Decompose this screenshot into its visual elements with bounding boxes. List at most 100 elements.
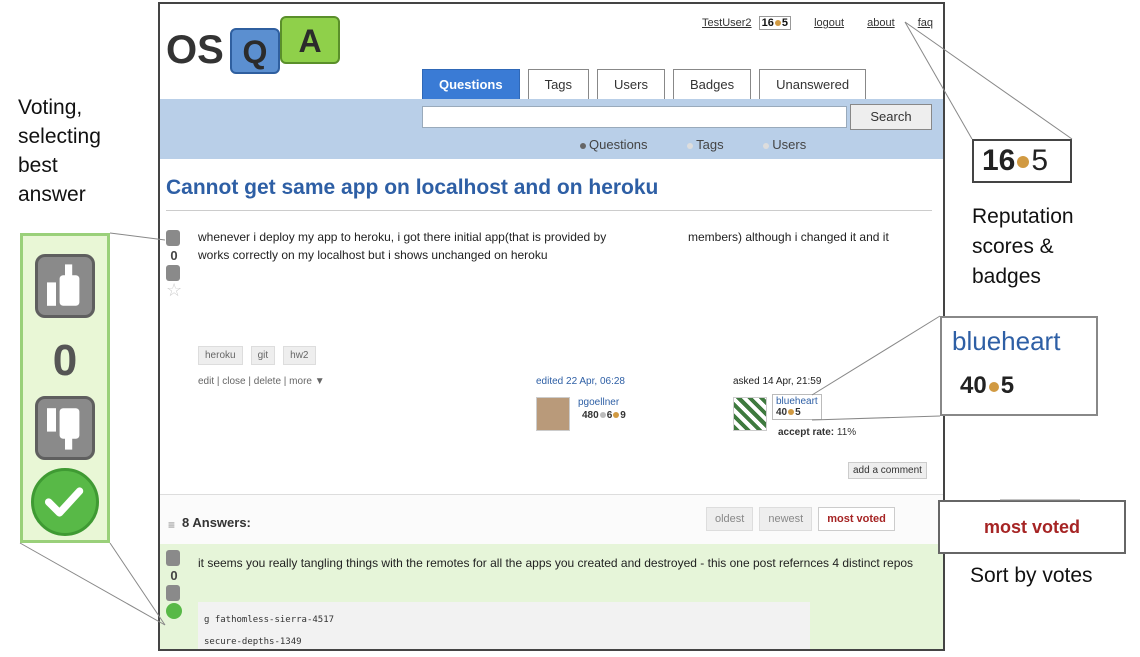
- editor-badges-bronze: 9: [620, 410, 626, 421]
- annotation-line: best: [18, 154, 58, 177]
- answer-vote-count: 0: [170, 568, 178, 583]
- accept-rate-value: 11%: [836, 427, 857, 438]
- accept-rate-label: accept rate:: [778, 427, 835, 438]
- zoomed-vote-panel: 0: [20, 233, 110, 543]
- annotation-line: selecting: [18, 125, 101, 148]
- asker-reputation: 40 5: [776, 407, 818, 418]
- list-icon: ≡: [168, 518, 176, 532]
- annotation-line: Voting,: [18, 96, 83, 119]
- answers-header: ≡ 8 Answers: oldest newest most voted: [160, 494, 943, 544]
- asker-badges: 5: [795, 407, 801, 418]
- scope-label: Questions: [589, 137, 648, 152]
- radio-icon: [763, 142, 770, 149]
- editor-score: 480: [582, 410, 599, 421]
- tab-users[interactable]: Users: [597, 69, 665, 99]
- sort-oldest[interactable]: oldest: [706, 507, 754, 531]
- user-badges: 5: [781, 17, 788, 29]
- asker-name[interactable]: blueheart: [776, 396, 818, 407]
- thumbs-down-icon[interactable]: [166, 585, 180, 601]
- tag-git[interactable]: git: [250, 346, 276, 365]
- scope-users[interactable]: Users: [763, 137, 824, 152]
- user-bar: TestUser2 16 5 logout about faq: [682, 16, 933, 30]
- question-text-line2: works correctly on my localhost but i sh…: [198, 248, 548, 262]
- thumbs-down-icon[interactable]: [166, 265, 180, 281]
- question-title[interactable]: Cannot get same app on localhost and on …: [166, 176, 658, 200]
- bronze-badge-icon: [774, 20, 781, 27]
- tab-badges[interactable]: Badges: [673, 69, 752, 99]
- zoomed-user-name: blueheart: [952, 326, 1061, 356]
- editor-reputation: 480 6 9: [582, 410, 626, 421]
- thumbs-up-icon[interactable]: [35, 254, 95, 318]
- bronze-badge-icon: [988, 381, 999, 392]
- accept-check-icon[interactable]: [166, 603, 182, 619]
- zoomed-sort-tab: most voted: [938, 500, 1126, 554]
- sort-newest[interactable]: newest: [759, 507, 813, 531]
- search-input[interactable]: [422, 106, 847, 128]
- tag-hw2[interactable]: hw2: [283, 346, 316, 365]
- post-actions[interactable]: edit | close | delete | more ▼: [198, 376, 325, 387]
- tag-heroku[interactable]: heroku: [198, 346, 243, 365]
- edited-info[interactable]: edited 22 Apr, 06:28: [536, 376, 625, 387]
- add-comment-button[interactable]: add a comment: [848, 462, 927, 479]
- faq-link[interactable]: faq: [918, 17, 933, 29]
- about-link[interactable]: about: [867, 17, 895, 29]
- annotation-line: answer: [18, 183, 86, 206]
- zoomed-user-card: blueheart 40 5: [940, 316, 1098, 416]
- search-band: Search Questions Tags Users: [160, 99, 943, 159]
- radio-icon: [580, 142, 586, 149]
- answer-vote: 0: [166, 550, 182, 619]
- scope-label: Users: [772, 137, 807, 152]
- osqa-screenshot: OS Q A TestUser2 16 5 logout about faq Qu…: [158, 2, 945, 651]
- username-link[interactable]: TestUser2: [702, 17, 752, 29]
- zoomed-badges: 5: [1031, 144, 1049, 177]
- question-body: whenever i deploy my app to heroku, i go…: [198, 228, 938, 264]
- tab-questions[interactable]: Questions: [422, 69, 520, 99]
- answers-count: 8 Answers:: [182, 515, 251, 530]
- avatar[interactable]: [733, 397, 767, 431]
- annotation-line: Reputation: [972, 205, 1074, 228]
- bronze-badge-icon: [1017, 156, 1030, 169]
- code-block: g fathomless-sierra-4517 secure-depths-1…: [198, 602, 810, 649]
- bronze-badge-icon: [788, 409, 795, 416]
- zoomed-vote-count: 0: [52, 336, 78, 385]
- thumbs-up-icon[interactable]: [166, 230, 180, 246]
- logo-q-bubble: Q: [230, 28, 280, 74]
- zoomed-user-score: 40: [960, 372, 987, 399]
- reputation-annotation: Reputation scores & badges: [972, 202, 1074, 292]
- divider: [166, 210, 932, 211]
- scope-questions[interactable]: Questions: [580, 137, 666, 152]
- question-text: whenever i deploy my app to heroku, i go…: [198, 230, 607, 244]
- logout-link[interactable]: logout: [814, 17, 844, 29]
- silver-badge-icon: [599, 412, 606, 419]
- zoomed-user-badges: 5: [1000, 372, 1015, 399]
- asker-card: blueheart 40 5: [772, 394, 822, 420]
- osqa-logo: OS Q A: [166, 10, 366, 90]
- question-text-continued: members) although i changed it and it: [688, 230, 889, 244]
- search-button[interactable]: Search: [850, 104, 932, 130]
- scope-tags[interactable]: Tags: [687, 137, 741, 152]
- thumbs-down-icon[interactable]: [35, 396, 95, 460]
- tab-tags[interactable]: Tags: [527, 69, 590, 99]
- question-vote: 0 ☆: [166, 230, 182, 299]
- code-line: secure-depths-1349: [204, 637, 302, 647]
- accept-check-icon[interactable]: [31, 468, 99, 536]
- sort-most-voted[interactable]: most voted: [818, 507, 895, 531]
- user-reputation: 16 5: [758, 16, 791, 30]
- asker-score: 40: [776, 407, 788, 418]
- thumbs-up-icon[interactable]: [166, 550, 180, 566]
- accept-rate: accept rate: 11%: [778, 427, 856, 438]
- editor-name[interactable]: pgoellner: [578, 397, 619, 408]
- user-score: 16: [761, 17, 774, 29]
- favorite-star-icon[interactable]: ☆: [166, 281, 182, 299]
- sort-tabs: oldest newest most voted: [706, 507, 895, 531]
- bronze-badge-icon: [613, 412, 620, 419]
- sort-annotation: Sort by votes: [970, 564, 1093, 587]
- zoomed-user-rep: 40 5: [960, 372, 1014, 400]
- avatar[interactable]: [536, 397, 570, 431]
- asked-info: asked 14 Apr, 21:59: [733, 376, 822, 387]
- editor-badges-silver: 6: [606, 410, 613, 421]
- search-scopes: Questions Tags Users: [580, 137, 842, 152]
- logo-os: OS: [166, 28, 224, 72]
- tab-unanswered[interactable]: Unanswered: [759, 69, 867, 99]
- zoomed-reputation: 16 5: [972, 139, 1072, 183]
